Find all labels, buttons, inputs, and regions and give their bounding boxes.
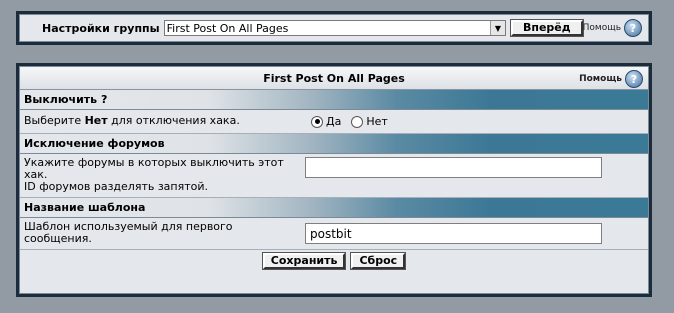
- radio-yes-label[interactable]: Да: [326, 115, 341, 128]
- setting-row-template-name: Шаблон используемый для первого сообщени…: [20, 218, 648, 250]
- settings-title-bar: First Post On All Pages Помощь ?: [20, 67, 648, 90]
- settings-help-link[interactable]: Помощь ?: [579, 70, 643, 88]
- setting-description: Шаблон используемый для первого сообщени…: [24, 220, 233, 245]
- go-button[interactable]: Вперёд: [509, 19, 584, 37]
- help-icon[interactable]: ?: [625, 70, 643, 88]
- radio-no-label[interactable]: Нет: [366, 115, 387, 128]
- description-text: для отключения хака.: [107, 114, 240, 127]
- settings-panel: First Post On All Pages Помощь ? Выключи…: [16, 63, 652, 297]
- input-cell: [305, 154, 648, 197]
- exclude-forums-input[interactable]: [305, 157, 602, 178]
- setting-row-exclude-forums: Укажите форумы в которых выключить этот …: [20, 154, 648, 198]
- section-heading-disable: Выключить ?: [20, 90, 648, 110]
- description-bold: Нет: [84, 114, 108, 127]
- help-icon[interactable]: ?: [624, 19, 642, 37]
- radio-yes[interactable]: [311, 115, 323, 128]
- help-label: Помощь: [579, 74, 622, 84]
- radio-group: Да Нет: [305, 110, 648, 133]
- template-name-input[interactable]: postbit: [305, 223, 602, 244]
- section-heading-template-name: Название шаблона: [20, 198, 648, 218]
- section-heading-exclude-forums: Исключение форумов: [20, 134, 648, 154]
- settings-title: First Post On All Pages: [263, 71, 405, 85]
- group-select[interactable]: First Post On All Pages ▼: [163, 20, 506, 36]
- help-label: Помощь: [582, 23, 621, 33]
- form-buttons: Сохранить Сброс: [20, 250, 648, 272]
- save-button[interactable]: Сохранить: [261, 252, 347, 270]
- setting-description: Укажите форумы в которых выключить этот …: [20, 154, 305, 197]
- group-selector-label: Настройки группы: [42, 21, 160, 35]
- reset-button[interactable]: Сброс: [350, 252, 407, 270]
- input-cell: postbit: [305, 218, 648, 249]
- description-text: Укажите форумы в которых выключить этот …: [24, 156, 284, 181]
- description-text: Выберите: [24, 114, 85, 127]
- group-select-value: First Post On All Pages: [166, 21, 289, 35]
- help-link[interactable]: Помощь ?: [583, 19, 642, 37]
- radio-no[interactable]: [351, 115, 364, 128]
- setting-description: Выберите Нет для отключения хака.: [20, 110, 305, 133]
- description-text: ID форумов разделять запятой.: [24, 180, 209, 193]
- chevron-down-icon[interactable]: ▼: [489, 21, 505, 35]
- group-selector-bar: Настройки группы First Post On All Pages…: [16, 11, 652, 45]
- setting-row-disable: Выберите Нет для отключения хака. Да Нет: [20, 110, 648, 134]
